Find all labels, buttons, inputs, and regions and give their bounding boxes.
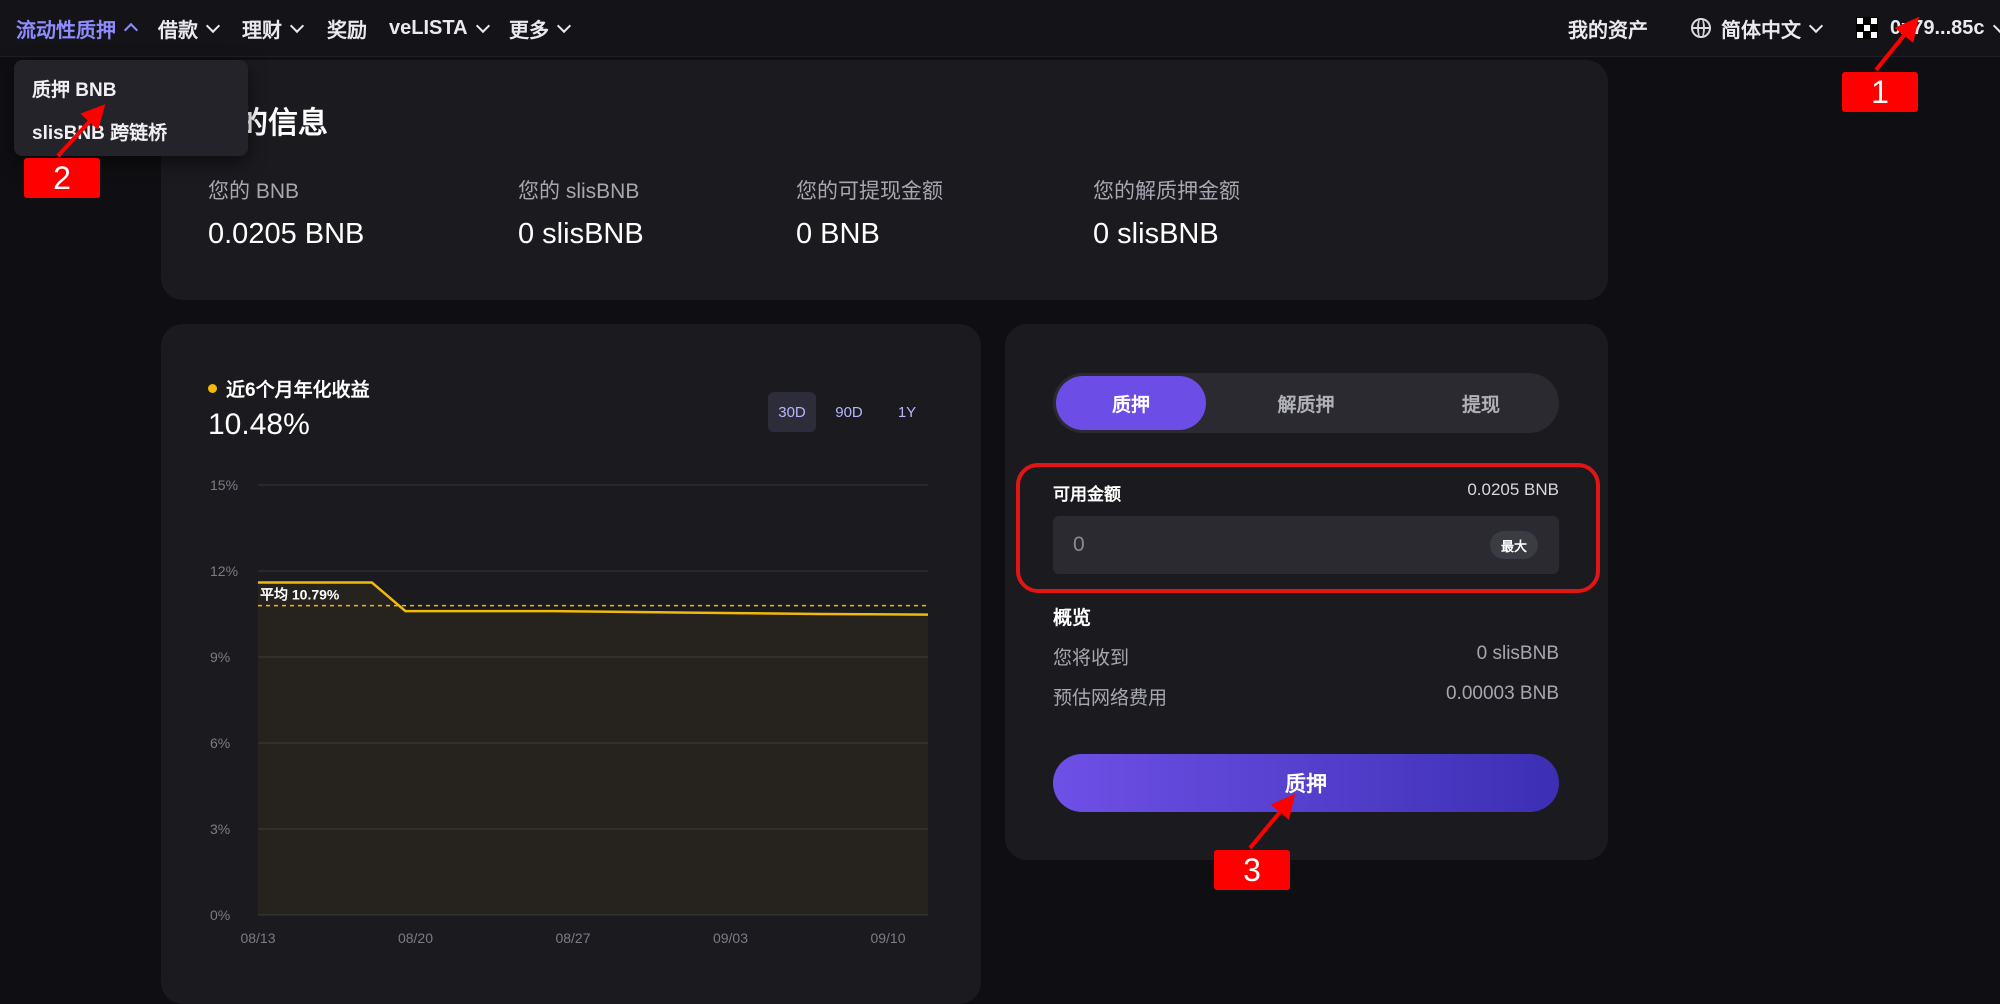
x-tick-label: 08/27 [555,930,590,946]
menu-item-stake-bnb[interactable]: 质押 BNB [32,75,116,102]
stat-slisbnb-value: 0 slisBNB [518,218,644,250]
nav-velista[interactable]: veLISTA [389,14,490,42]
y-tick-label: 15% [210,477,238,493]
chevron-down-icon [205,18,221,33]
language-selector[interactable]: 简体中文 [1691,14,1824,42]
series-area [258,582,928,915]
y-tick-label: 9% [210,649,230,665]
chevron-down-icon [1992,18,2000,33]
nav-rewards-label: 奖励 [327,19,367,42]
info-title: 的信息 [238,107,328,140]
chevron-down-icon [289,18,305,33]
apy-label: 近6个月年化收益 [226,380,370,401]
stat-unstake-value: 0 slisBNB [1093,218,1219,250]
tab-unstake[interactable]: 解质押 [1231,376,1381,430]
overview-title: 概览 [1053,608,1092,629]
menu-item-slisbnb-bridge[interactable]: slisBNB 跨链桥 [32,118,167,145]
nav-my-assets[interactable]: 我的资产 [1568,14,1648,42]
y-tick-label: 3% [210,821,230,837]
y-tick-label: 6% [210,735,230,751]
nav-liquid-staking-label: 流动性质押 [16,19,116,42]
nav-more-label: 更多 [509,19,549,42]
apy-value: 10.48% [208,408,310,441]
liquid-staking-dropdown: 质押 BNB slisBNB 跨链桥 [14,60,248,156]
x-tick-label: 08/20 [398,930,433,946]
globe-icon [1691,18,1711,38]
nav-more[interactable]: 更多 [509,14,572,42]
stat-bnb-value: 0.0205 BNB [208,218,365,250]
chevron-down-icon [556,18,572,33]
stat-slisbnb-label: 您的 slisBNB [518,180,640,203]
tab-stake[interactable]: 质押 [1056,376,1206,430]
x-tick-label: 09/10 [870,930,905,946]
stake-submit-button[interactable]: 质押 [1053,754,1559,812]
legend-dot-icon [208,384,217,393]
average-label: 平均 10.79% [260,587,340,603]
tab-withdraw[interactable]: 提现 [1406,376,1556,430]
y-tick-label: 0% [210,907,230,923]
nav-rewards[interactable]: 奖励 [327,14,367,42]
annotation-marker-2: 2 [24,158,100,198]
nav-velista-label: veLISTA [389,16,468,39]
annotation-marker-3: 3 [1214,850,1290,890]
network-fee-label: 预估网络费用 [1053,688,1168,709]
stat-unstake-label: 您的解质押金额 [1093,180,1240,203]
y-tick-label: 12% [210,563,238,579]
stat-withdrawable-label: 您的可提现金额 [796,180,943,203]
top-nav: 流动性质押 借款 理财 奖励 veLISTA 更多 我的资产 简体中文 0x79… [0,0,2000,57]
annotation-marker-1: 1 [1842,72,1918,112]
stat-bnb-label: 您的 BNB [208,180,300,203]
wallet-icon [1856,17,1878,39]
nav-earn[interactable]: 理财 [242,14,305,42]
x-tick-label: 09/03 [713,930,748,946]
annotation-highlight-box [1016,463,1600,593]
receive-label: 您将收到 [1053,648,1130,669]
x-tick-label: 08/13 [240,930,275,946]
language-label: 简体中文 [1721,19,1801,42]
nav-liquid-staking[interactable]: 流动性质押 [16,14,139,42]
nav-my-assets-label: 我的资产 [1568,19,1648,42]
network-fee-value: 0.00003 BNB [1445,683,1559,704]
chevron-down-icon [1808,18,1824,33]
chevron-down-icon [475,18,490,33]
range-1y-button[interactable]: 1Y [883,392,931,432]
range-30d-button[interactable]: 30D [768,392,816,432]
chevron-up-icon [123,22,139,38]
nav-earn-label: 理财 [242,19,282,42]
apy-chart: 0% 3% 6% 9% 12% 15% 08/13 08/20 08/27 09/03 09/10 平… [210,477,929,946]
wallet-address: 0x79...85c [1890,16,1985,39]
nav-borrow[interactable]: 借款 [158,14,221,42]
nav-borrow-label: 借款 [158,19,198,42]
stat-withdrawable-value: 0 BNB [796,218,880,250]
receive-value: 0 slisBNB [1476,643,1559,664]
wallet-button[interactable]: 0x79...85c [1856,14,2000,42]
stake-tabs: 质押 解质押 提现 [1053,373,1559,433]
range-90d-button[interactable]: 90D [825,392,873,432]
